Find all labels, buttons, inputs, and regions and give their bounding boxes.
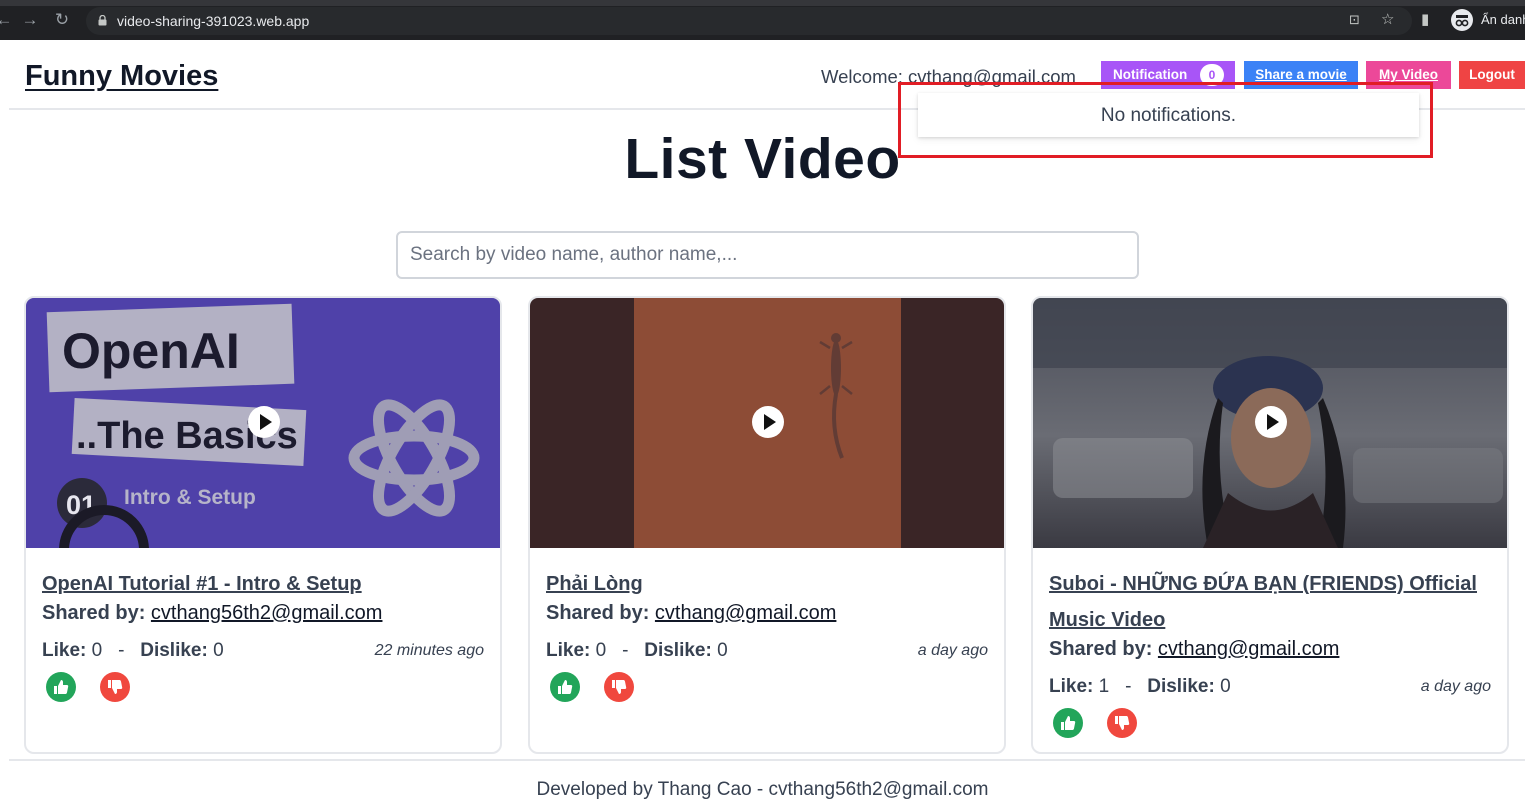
stats-separator: - — [118, 640, 125, 661]
video-title-link[interactable]: OpenAI Tutorial #1 - Intro & Setup — [42, 566, 487, 602]
like-count: 0 — [91, 640, 103, 661]
shared-by-line: Shared by: cvthang@gmail.com — [1049, 638, 1339, 661]
video-card: Suboi - NHỮNG ĐỨA BẠN (FRIENDS) Official… — [1031, 296, 1509, 754]
incognito-icon[interactable] — [1451, 9, 1473, 31]
like-label: Like: — [546, 640, 591, 661]
video-thumbnail[interactable] — [1033, 298, 1507, 548]
dislike-label: Dislike: — [140, 640, 208, 661]
url-text: video-sharing-391023.web.app — [117, 13, 310, 29]
footer-divider — [9, 759, 1525, 761]
dislike-count: 0 — [213, 640, 224, 661]
video-stats: Like: 0 - Dislike: 0 — [42, 640, 224, 662]
thumbs-down-icon — [1115, 716, 1130, 730]
video-card: OpenAI ..The Basics 01 Intro & Setup Ope… — [24, 296, 502, 754]
video-stats: Like: 0 - Dislike: 0 — [546, 640, 728, 662]
time-ago: a day ago — [1420, 678, 1491, 695]
address-bar[interactable]: video-sharing-391023.web.app — [86, 7, 1412, 35]
stats-separator: - — [1125, 676, 1132, 697]
thumbs-down-icon — [108, 680, 123, 694]
thumb-caption: Intro & Setup — [124, 486, 256, 509]
dislike-count: 0 — [1220, 676, 1231, 697]
footer-text: Developed by Thang Cao - cvthang56th2@gm… — [536, 779, 989, 800]
profile-label: Ẩn danh — [1481, 12, 1525, 27]
translate-icon[interactable]: ⊡ — [1349, 10, 1360, 30]
shared-by-label: Shared by: — [42, 602, 146, 624]
time-ago: 22 minutes ago — [374, 642, 484, 659]
lock-icon — [98, 15, 107, 26]
brand-logo-link[interactable]: Funny Movies — [25, 60, 218, 93]
video-stats: Like: 1 - Dislike: 0 — [1049, 676, 1231, 698]
stats-separator: - — [622, 640, 629, 661]
like-button[interactable] — [46, 672, 76, 702]
video-card: Phải Lòng Shared by: cvthang@gmail.com L… — [528, 296, 1006, 754]
browser-toolbar: ← → ↻ video-sharing-391023.web.app ⊡ ☆ ▮… — [0, 0, 1525, 40]
dislike-count: 0 — [717, 640, 728, 661]
star-icon[interactable]: ☆ — [1381, 10, 1394, 30]
thumbs-up-icon — [558, 680, 573, 694]
like-count: 0 — [595, 640, 607, 661]
shared-by-label: Shared by: — [1049, 638, 1153, 660]
video-title-link[interactable]: Phải Lòng — [546, 566, 991, 602]
video-thumbnail[interactable]: OpenAI ..The Basics 01 Intro & Setup — [26, 298, 500, 548]
dislike-button[interactable] — [100, 672, 130, 702]
thumb-title-line1: OpenAI — [62, 323, 240, 379]
thumbs-up-icon — [1061, 716, 1076, 730]
like-label: Like: — [1049, 676, 1094, 697]
dislike-label: Dislike: — [644, 640, 712, 661]
shared-by-email-link[interactable]: cvthang56th2@gmail.com — [151, 602, 383, 624]
shared-by-line: Shared by: cvthang56th2@gmail.com — [42, 602, 382, 625]
annotation-highlight-box — [898, 82, 1433, 158]
play-icon[interactable] — [248, 406, 280, 438]
thumbs-up-icon — [54, 680, 69, 694]
dislike-button[interactable] — [604, 672, 634, 702]
dislike-label: Dislike: — [1147, 676, 1215, 697]
logout-button[interactable]: Logout — [1459, 61, 1525, 89]
like-label: Like: — [42, 640, 87, 661]
like-button[interactable] — [550, 672, 580, 702]
back-arrow-icon[interactable]: ← — [0, 10, 14, 30]
shared-by-email-link[interactable]: cvthang@gmail.com — [655, 602, 836, 624]
reload-icon[interactable]: ↻ — [52, 10, 72, 30]
like-button[interactable] — [1053, 708, 1083, 738]
play-icon[interactable] — [752, 406, 784, 438]
video-thumbnail[interactable] — [530, 298, 1004, 548]
like-count: 1 — [1098, 676, 1110, 697]
shared-by-email-link[interactable]: cvthang@gmail.com — [1158, 638, 1339, 660]
shared-by-label: Shared by: — [546, 602, 650, 624]
time-ago: a day ago — [917, 642, 988, 659]
sidepanel-icon[interactable]: ▮ — [1421, 10, 1429, 30]
play-icon[interactable] — [1255, 406, 1287, 438]
video-title-link[interactable]: Suboi - NHỮNG ĐỨA BẠN (FRIENDS) Official… — [1049, 566, 1494, 638]
browser-tab-strip — [0, 0, 1525, 6]
dislike-button[interactable] — [1107, 708, 1137, 738]
forward-arrow-icon[interactable]: → — [20, 10, 40, 30]
thumbs-down-icon — [612, 680, 627, 694]
search-input[interactable] — [396, 231, 1139, 279]
shared-by-line: Shared by: cvthang@gmail.com — [546, 602, 836, 625]
